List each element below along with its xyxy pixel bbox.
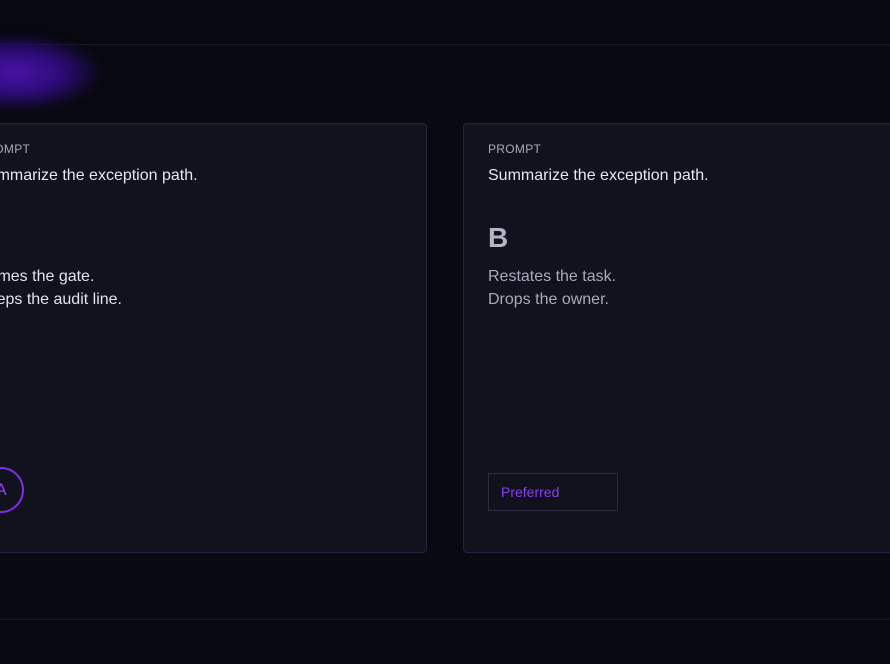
- prompt-text: Summarize the exception path.: [0, 167, 198, 184]
- bottom-bar: [0, 619, 890, 664]
- prompt-label: PROMPT: [488, 142, 542, 156]
- response-line: Restates the task.: [488, 268, 617, 285]
- prompt-text: Summarize the exception path.: [488, 167, 709, 184]
- accent-glow: [0, 35, 100, 110]
- response-letter: B: [488, 222, 509, 253]
- preferred-button[interactable]: Preferred: [488, 473, 618, 511]
- response-body: Names the gate. Keeps the audit line.: [0, 265, 122, 311]
- comparison-view: PROMPT Summarize the exception path. Nam…: [0, 0, 890, 664]
- response-body: Restates the task. Drops the owner.: [488, 265, 616, 311]
- prompt-label: PROMPT: [0, 142, 31, 156]
- top-bar: [0, 0, 890, 45]
- response-card-a: PROMPT Summarize the exception path. Nam…: [0, 123, 427, 553]
- choose-a-button[interactable]: A: [0, 467, 24, 513]
- response-line: Names the gate.: [0, 268, 95, 285]
- response-line: Keeps the audit line.: [0, 291, 122, 308]
- response-line: Drops the owner.: [488, 291, 609, 308]
- response-card-b: PROMPT Summarize the exception path. B R…: [463, 123, 890, 553]
